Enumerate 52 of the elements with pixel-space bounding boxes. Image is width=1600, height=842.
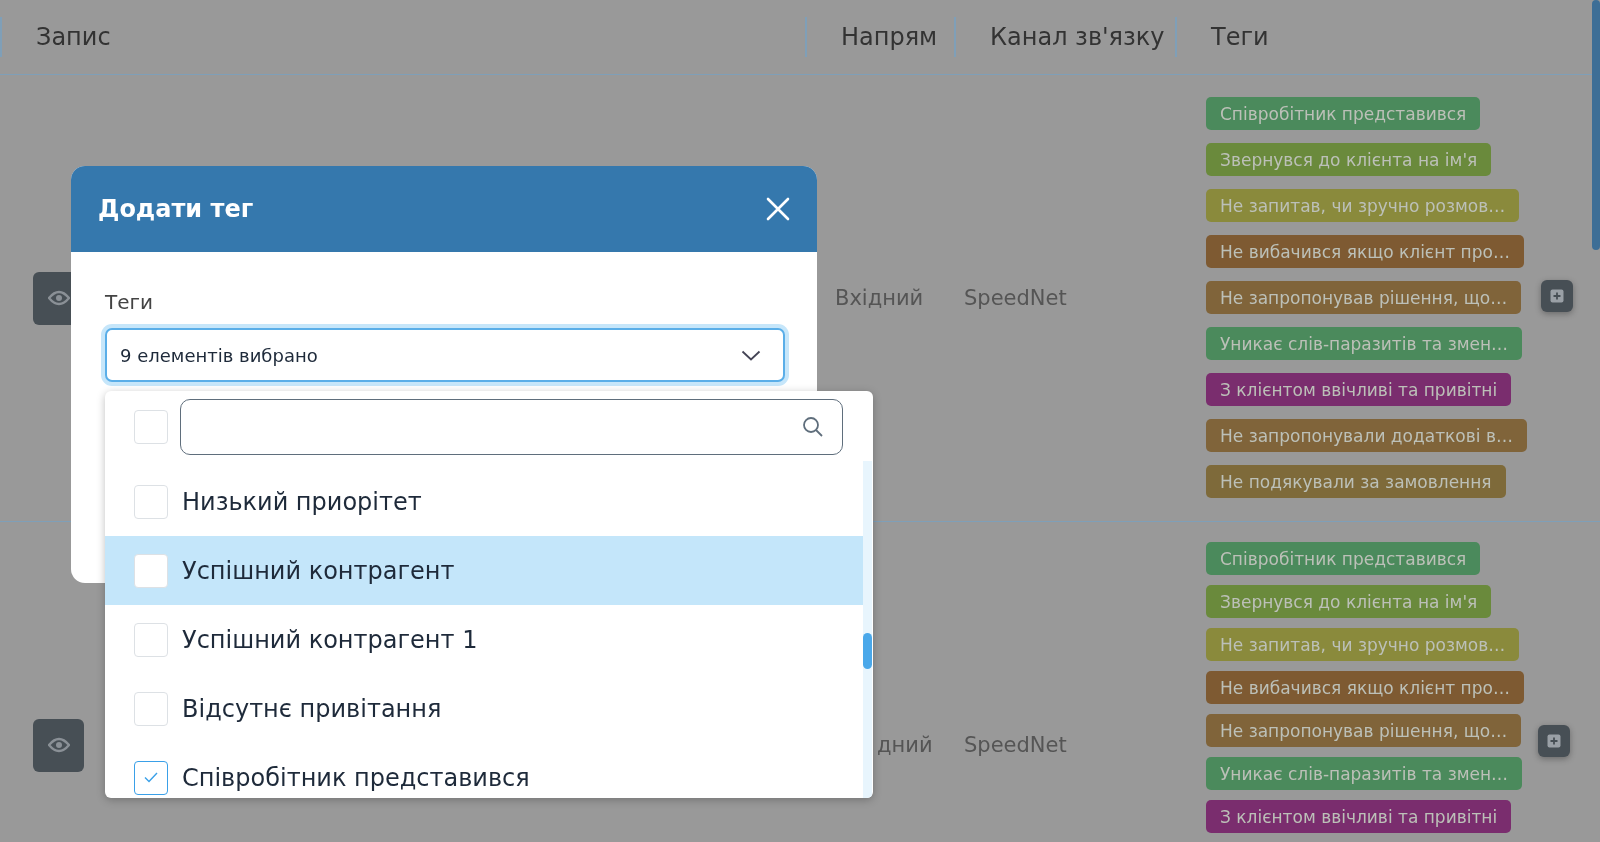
option-item[interactable]: Низький приорітет <box>105 467 863 536</box>
tag: З клієнтом ввічливі та привітні <box>1206 800 1512 833</box>
option-label: Успішний контрагент <box>182 556 455 585</box>
table-cell: SpeedNet <box>964 286 1067 310</box>
table-cell: Вхідний <box>835 286 924 310</box>
tag: Не подякували за замовлення <box>1206 465 1506 498</box>
eye-icon <box>47 737 70 753</box>
scrollbar-thumb[interactable] <box>1592 0 1600 250</box>
option-label: Успішний контрагент 1 <box>182 625 478 654</box>
field-label: Теги <box>105 290 154 314</box>
close-button[interactable] <box>765 196 791 222</box>
check-icon <box>144 772 158 783</box>
chevron-down-icon <box>741 349 761 361</box>
tag: Уникає слів-паразитів та змен… <box>1206 757 1523 790</box>
option-item[interactable]: Співробітник представився <box>105 743 863 798</box>
option-item[interactable]: Успішний контрагент <box>105 536 863 605</box>
tag: Співробітник представився <box>1206 97 1481 130</box>
add-tag-button[interactable] <box>1540 280 1573 312</box>
table-cell: SpeedNet <box>964 733 1067 757</box>
plus-icon <box>1549 289 1564 303</box>
tag: Не запитав, чи зручно розмов… <box>1206 628 1520 661</box>
scrollbar-thumb[interactable] <box>863 633 872 669</box>
tag: Не запропонував рішення, що… <box>1206 714 1522 747</box>
tag: З клієнтом ввічливі та привітні <box>1206 373 1512 406</box>
column-header: Теги <box>1210 23 1269 51</box>
table-cell: дний <box>877 733 933 757</box>
tag: Не вибачився якщо клієнт про… <box>1206 235 1524 268</box>
plus-icon <box>1546 734 1561 748</box>
column-header: Канал зв'язку <box>989 23 1165 51</box>
close-icon <box>765 196 791 222</box>
search-field[interactable] <box>180 399 843 455</box>
select-all-checkbox[interactable] <box>134 410 168 444</box>
tag: Звернувся до клієнта на ім'я <box>1206 143 1492 176</box>
eye-icon <box>47 290 70 306</box>
tag: Співробітник представився <box>1206 542 1481 575</box>
option-label: Співробітник представився <box>182 763 530 792</box>
column-header: Запис <box>35 23 111 51</box>
option-item[interactable]: Успішний контрагент 1 <box>105 605 863 674</box>
add-tag-button[interactable] <box>1537 725 1570 757</box>
option-label: Відсутнє привітання <box>182 694 442 723</box>
dialog-title: Додати тег <box>98 195 254 223</box>
tag: Звернувся до клієнта на ім'я <box>1206 585 1492 618</box>
option-item[interactable]: Відсутнє привітання <box>105 674 863 743</box>
tag: Не запропонував рішення, що… <box>1206 281 1522 314</box>
tag: Не запропонували додаткові в… <box>1206 419 1527 452</box>
checkbox[interactable] <box>134 760 168 795</box>
tag: Уникає слів-паразитів та змен… <box>1206 327 1523 360</box>
option-label: Низький приорітет <box>182 487 422 516</box>
column-header: Напрям <box>840 23 938 51</box>
search-icon <box>802 416 824 438</box>
tag: Не вибачився якщо клієнт про… <box>1206 671 1524 704</box>
tag: Не запитав, чи зручно розмов… <box>1206 189 1520 222</box>
